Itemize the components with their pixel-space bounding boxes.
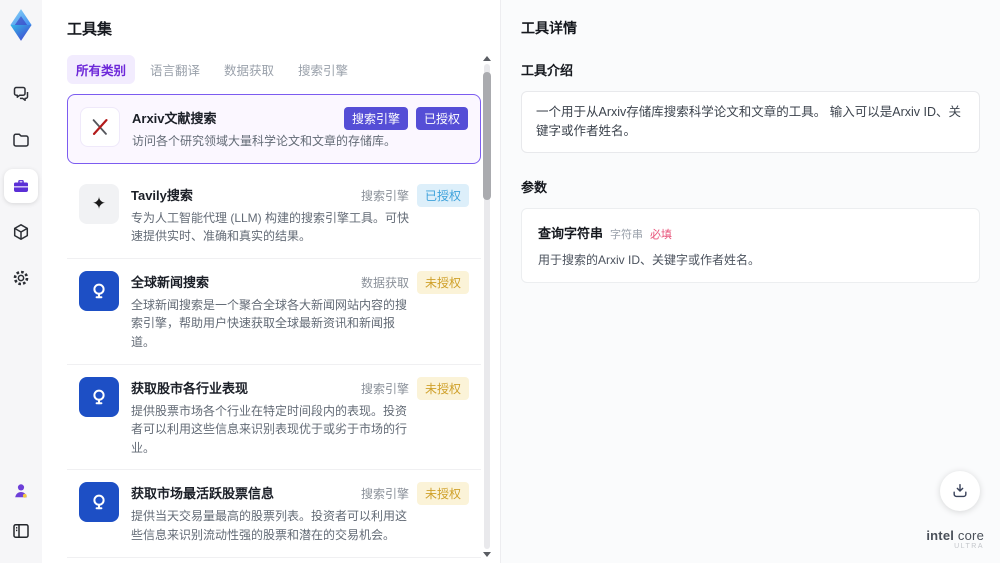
tool-badges: 搜索引擎 已授权 — [343, 107, 468, 130]
category-tag: 数据获取 — [360, 275, 409, 290]
app-window: 工具集 所有类别 语言翻译 数据获取 搜索引擎 搜索引擎 已授权 Arxiv文献搜索 访问各… — [0, 0, 1000, 563]
params-heading: 参数 — [521, 179, 548, 195]
auth-badge: 未授权 — [416, 270, 469, 294]
category-tag: 搜索引擎 — [360, 188, 409, 203]
auth-badge: 已授权 — [415, 107, 468, 130]
brand-core: core — [957, 528, 984, 544]
auth-badge: 未授权 — [416, 482, 469, 506]
chat-icon[interactable] — [4, 77, 38, 111]
tool-card[interactable]: 搜索引擎 未授权 获取股市各行业表现 提供股票市场各个行业在特定时间段内的表现。投资者… — [67, 364, 481, 471]
tab-3[interactable]: 搜索引擎 — [289, 55, 357, 84]
parameter-header: 查询字符串 字符串 必填 — [538, 223, 963, 242]
category-tag: 搜索引擎 — [360, 381, 409, 396]
scroll-up-arrow-icon[interactable] — [483, 56, 491, 61]
tool-badges: 搜索引擎 未授权 — [360, 482, 469, 506]
tool-description: 提供股票市场各个行业在特定时间段内的表现。投资者可以利用这些信息来识别表现优于或… — [131, 403, 408, 455]
tool-card[interactable]: 数据获取 未授权 全球新闻搜索 全球新闻搜索是一个聚合全球各大新闻网站内容的搜索引擎，… — [67, 258, 481, 365]
app-logo-icon[interactable] — [4, 5, 38, 45]
category-tag: 搜索引擎 — [360, 487, 409, 502]
parameter-card: 查询字符串 字符串 必填 用于搜索的Arxiv ID、关键字或作者姓名。 — [521, 207, 980, 283]
category-tag: 搜索引擎 — [343, 107, 408, 130]
parameter-required-badge: 必填 — [650, 228, 673, 241]
search-globe-icon — [79, 482, 119, 523]
intro-heading: 工具介绍 — [521, 63, 574, 78]
sparkle-icon: ✦ — [79, 183, 119, 224]
download-button[interactable] — [940, 471, 980, 511]
download-icon — [953, 484, 967, 498]
tool-description: 专为人工智能代理 (LLM) 构建的搜索引擎工具。可快速提供实时、准确和真实的结… — [131, 210, 410, 244]
sidebar-bottom — [9, 479, 33, 543]
toolbox-icon[interactable] — [4, 169, 38, 203]
intel-core-logo: intel core ultra — [926, 528, 984, 551]
auth-badge: 已授权 — [416, 183, 469, 207]
package-icon[interactable] — [4, 215, 38, 249]
auth-badge: 未授权 — [416, 376, 469, 400]
brand-sub: ultra — [954, 543, 984, 551]
tab-1[interactable]: 语言翻译 — [141, 55, 209, 84]
scrollbar[interactable] — [483, 56, 491, 557]
tool-description: 访问各个研究领域大量科学论文和文章的存储库。 — [132, 134, 397, 148]
panel-toggle-icon[interactable] — [9, 519, 33, 543]
folder-icon[interactable] — [4, 123, 38, 157]
tool-list: 搜索引擎 已授权 Arxiv文献搜索 访问各个研究领域大量科学论文和文章的存储库。 搜索… — [67, 94, 481, 563]
sidebar-nav — [4, 77, 38, 295]
tool-detail-panel: 工具详情 工具介绍 一个用于从Arxiv存储库搜索科学论文和文章的工具。 输入可… — [500, 0, 1000, 563]
scrollbar-thumb[interactable] — [483, 72, 491, 200]
tool-card[interactable]: 搜索引擎 已授权 Arxiv文献搜索 访问各个研究领域大量科学论文和文章的存储库。 — [67, 94, 481, 164]
tool-card[interactable]: 搜索引擎 未授权 获取市场最活跃股票信息 提供当天交易量最高的股票列表。投资者可以利用… — [67, 470, 481, 558]
settings-gear-icon[interactable] — [4, 261, 38, 295]
tab-2[interactable]: 数据获取 — [215, 55, 283, 84]
tool-card[interactable]: 搜索引擎未授权万维地区新闻查询查询具体行政区划内的新闻，快速了解各地新闻动 — [67, 557, 481, 563]
tools-panel: 工具集 所有类别 语言翻译 数据获取 搜索引擎 搜索引擎 已授权 Arxiv文献搜索 访问各… — [42, 0, 500, 563]
tool-description: 提供当天交易量最高的股票列表。投资者可以利用这些信息来识别流动性强的股票和潜在的… — [131, 509, 408, 542]
brand-intel: intel — [926, 528, 955, 544]
parameter-name: 查询字符串 — [538, 225, 604, 241]
tool-badges: 搜索引擎 已授权 — [360, 183, 469, 207]
scroll-down-arrow-icon[interactable] — [483, 552, 491, 557]
tool-card[interactable]: 搜索引擎 已授权 ✦ Tavily搜索 专为人工智能代理 (LLM) 构建的搜索引擎工具… — [67, 171, 481, 259]
user-avatar-icon[interactable] — [9, 479, 33, 503]
parameter-type: 字符串 — [610, 228, 644, 241]
tool-badges: 数据获取 未授权 — [360, 270, 469, 294]
category-tabs: 所有类别 语言翻译 数据获取 搜索引擎 — [67, 55, 500, 84]
tab-0[interactable]: 所有类别 — [67, 55, 136, 84]
search-globe-icon — [79, 376, 119, 417]
search-globe-icon — [79, 270, 119, 311]
tool-badges: 搜索引擎 未授权 — [360, 376, 469, 400]
sidebar — [0, 0, 42, 563]
tool-intro-text: 一个用于从Arxiv存储库搜索科学论文和文章的工具。 输入可以是Arxiv ID… — [521, 91, 980, 153]
page-title: 工具集 — [67, 21, 113, 38]
arxiv-logo-icon — [80, 107, 120, 147]
parameter-description: 用于搜索的Arxiv ID、关键字或作者姓名。 — [538, 252, 761, 267]
detail-title: 工具详情 — [521, 20, 577, 36]
tool-description: 全球新闻搜索是一个聚合全球各大新闻网站内容的搜索引擎，帮助用户快速获取全球最新资… — [131, 297, 408, 349]
